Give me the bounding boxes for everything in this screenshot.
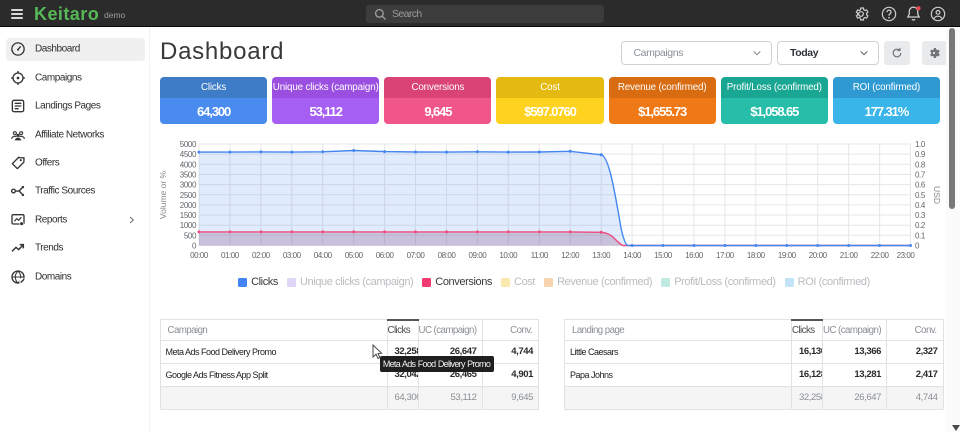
svg-text:20:00: 20:00 bbox=[809, 251, 828, 260]
svg-text:USD: USD bbox=[932, 186, 941, 204]
svg-text:0.7: 0.7 bbox=[915, 171, 926, 180]
svg-text:500: 500 bbox=[184, 231, 197, 240]
svg-text:0.6: 0.6 bbox=[915, 181, 926, 190]
svg-text:4000: 4000 bbox=[180, 160, 197, 169]
svg-text:2000: 2000 bbox=[180, 201, 197, 210]
svg-text:10:00: 10:00 bbox=[499, 251, 518, 260]
svg-text:3000: 3000 bbox=[180, 181, 197, 190]
svg-text:0: 0 bbox=[915, 242, 920, 251]
svg-text:0.4: 0.4 bbox=[915, 201, 926, 210]
svg-text:0.5: 0.5 bbox=[915, 191, 926, 200]
svg-text:12:00: 12:00 bbox=[561, 251, 580, 260]
svg-text:3500: 3500 bbox=[180, 171, 197, 180]
svg-text:2500: 2500 bbox=[180, 191, 197, 200]
svg-text:0: 0 bbox=[192, 242, 197, 251]
svg-text:01:00: 01:00 bbox=[221, 251, 240, 260]
svg-text:04:00: 04:00 bbox=[314, 251, 333, 260]
svg-text:22:00: 22:00 bbox=[871, 251, 890, 260]
svg-text:14:00: 14:00 bbox=[623, 251, 642, 260]
svg-text:13:00: 13:00 bbox=[592, 251, 611, 260]
svg-text:19:00: 19:00 bbox=[778, 251, 797, 260]
svg-text:21:00: 21:00 bbox=[840, 251, 859, 260]
svg-text:4500: 4500 bbox=[180, 150, 197, 159]
svg-text:02:00: 02:00 bbox=[252, 251, 271, 260]
svg-text:0.3: 0.3 bbox=[915, 211, 926, 220]
svg-text:23:00: 23:00 bbox=[897, 251, 916, 260]
svg-text:1000: 1000 bbox=[180, 221, 197, 230]
svg-text:0.8: 0.8 bbox=[915, 160, 926, 169]
svg-text:0.1: 0.1 bbox=[915, 231, 926, 240]
svg-text:15:00: 15:00 bbox=[654, 251, 673, 260]
svg-text:11:00: 11:00 bbox=[531, 251, 549, 260]
svg-text:08:00: 08:00 bbox=[438, 251, 457, 260]
svg-text:06:00: 06:00 bbox=[376, 251, 395, 260]
svg-text:1500: 1500 bbox=[180, 211, 197, 220]
svg-text:16:00: 16:00 bbox=[685, 251, 704, 260]
svg-text:09:00: 09:00 bbox=[469, 251, 488, 260]
svg-text:05:00: 05:00 bbox=[345, 251, 364, 260]
svg-text:17:00: 17:00 bbox=[716, 251, 735, 260]
svg-text:18:00: 18:00 bbox=[747, 251, 766, 260]
svg-text:07:00: 07:00 bbox=[407, 251, 426, 260]
svg-text:0.9: 0.9 bbox=[915, 150, 926, 159]
svg-text:0.2: 0.2 bbox=[915, 221, 926, 230]
svg-text:03:00: 03:00 bbox=[283, 251, 302, 260]
svg-text:00:00: 00:00 bbox=[190, 251, 209, 260]
svg-text:1.0: 1.0 bbox=[915, 140, 926, 149]
svg-text:5000: 5000 bbox=[180, 140, 197, 149]
svg-text:Volume or %: Volume or % bbox=[160, 170, 168, 219]
